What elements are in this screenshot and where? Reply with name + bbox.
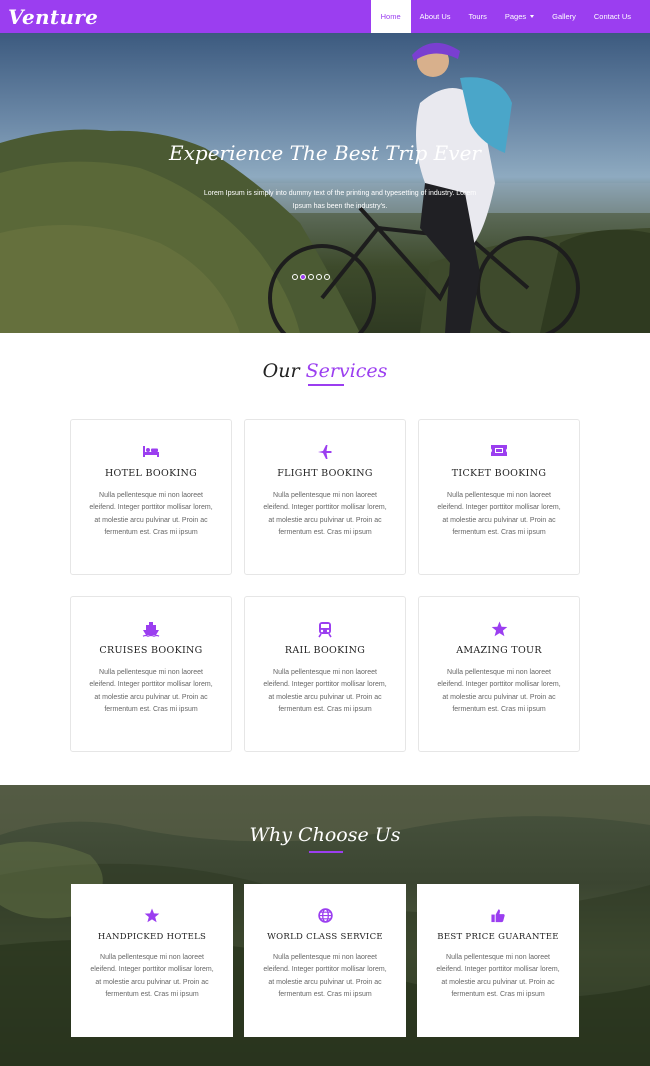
carousel-dot[interactable] — [324, 274, 330, 280]
service-card-title: HOTEL BOOKING — [104, 468, 198, 479]
nav-item-label: Gallery — [552, 12, 576, 21]
services-heading: Our Services — [0, 360, 650, 382]
carousel-indicators — [292, 274, 330, 280]
star-icon — [71, 908, 233, 923]
plane-icon — [245, 444, 405, 460]
nav-item-label: Home — [380, 12, 401, 21]
caret-down-icon — [530, 15, 535, 18]
services-heading-plain: Our — [262, 360, 300, 382]
why-card-price: BEST PRICE GUARANTEE Nulla pellentesque … — [417, 884, 579, 1037]
service-card-title: CRUISES BOOKING — [99, 645, 203, 656]
nav-item-label: Tours — [468, 12, 487, 21]
thumbs-up-icon — [417, 908, 579, 923]
services-heading-accent: Services — [305, 360, 388, 382]
hero-banner: Experience The Best Trip Ever Lorem Ipsu… — [0, 33, 650, 333]
service-card-text: Nulla pellentesque mi non laoreet eleife… — [263, 492, 387, 537]
service-card-flight: FLIGHT BOOKING Nulla pellentesque mi non… — [244, 419, 406, 575]
service-card-text: Nulla pellentesque mi non laoreet eleife… — [437, 492, 561, 537]
brand-logo[interactable]: Venture — [0, 5, 98, 29]
service-card-tour: AMAZING TOUR Nulla pellentesque mi non l… — [418, 596, 580, 752]
nav-item-pages[interactable]: Pages — [496, 0, 543, 33]
why-card-title: HANDPICKED HOTELS — [97, 932, 207, 942]
carousel-dot[interactable] — [292, 274, 298, 280]
service-card-rail: RAIL BOOKING Nulla pellentesque mi non l… — [244, 596, 406, 752]
navbar: Venture Home About Us Tours Pages Galler… — [0, 0, 650, 33]
why-heading: Why Choose Us — [249, 824, 401, 846]
service-card-text: Nulla pellentesque mi non laoreet eleife… — [263, 669, 387, 714]
bed-icon — [71, 444, 231, 458]
why-heading-underline — [309, 851, 343, 853]
hero-subtitle: Lorem Ipsum is simply into dummy text of… — [203, 190, 477, 210]
service-card-cruises: CRUISES BOOKING Nulla pellentesque mi no… — [70, 596, 232, 752]
nav-item-home[interactable]: Home — [370, 0, 411, 33]
services-heading-underline — [308, 384, 344, 386]
hero-title: Experience The Best Trip Ever — [169, 141, 481, 165]
nav-item-gallery[interactable]: Gallery — [543, 0, 585, 33]
nav-item-about[interactable]: About Us — [411, 0, 460, 33]
why-card-hotels: HANDPICKED HOTELS Nulla pellentesque mi … — [71, 884, 233, 1037]
service-card-text: Nulla pellentesque mi non laoreet eleife… — [437, 669, 561, 714]
nav-item-tours[interactable]: Tours — [460, 0, 496, 33]
why-choose-us-section: Why Choose Us HANDPICKED HOTELS Nulla pe… — [0, 785, 650, 1066]
nav-item-label: Pages — [504, 12, 527, 21]
carousel-dot-active[interactable] — [300, 274, 306, 280]
nav-item-contact[interactable]: Contact Us — [585, 0, 640, 33]
why-card-title: WORLD CLASS SERVICE — [267, 932, 383, 942]
why-card-title: BEST PRICE GUARANTEE — [437, 932, 559, 942]
service-card-title: FLIGHT BOOKING — [277, 468, 373, 479]
why-card-text: Nulla pellentesque mi non laoreet eleife… — [90, 954, 214, 999]
why-card-text: Nulla pellentesque mi non laoreet eleife… — [263, 954, 387, 999]
why-card-service: WORLD CLASS SERVICE Nulla pellentesque m… — [244, 884, 406, 1037]
service-card-ticket: TICKET BOOKING Nulla pellentesque mi non… — [418, 419, 580, 575]
service-card-title: TICKET BOOKING — [451, 468, 547, 479]
main-nav: Home About Us Tours Pages Gallery Contac… — [370, 0, 640, 33]
train-icon — [245, 621, 405, 638]
service-card-text: Nulla pellentesque mi non laoreet eleife… — [89, 492, 213, 537]
hero-background-image — [0, 42, 650, 333]
carousel-dot[interactable] — [316, 274, 322, 280]
globe-icon — [244, 908, 406, 923]
nav-item-label: Contact Us — [593, 12, 631, 21]
service-card-hotel: HOTEL BOOKING Nulla pellentesque mi non … — [70, 419, 232, 575]
ship-icon — [71, 621, 231, 637]
nav-item-label: About Us — [419, 12, 451, 21]
service-card-title: AMAZING TOUR — [456, 645, 542, 656]
service-card-text: Nulla pellentesque mi non laoreet eleife… — [89, 669, 213, 714]
star-icon — [419, 621, 579, 637]
carousel-dot[interactable] — [308, 274, 314, 280]
ticket-icon — [419, 444, 579, 457]
service-card-title: RAIL BOOKING — [284, 645, 366, 656]
why-card-text: Nulla pellentesque mi non laoreet eleife… — [436, 954, 560, 999]
